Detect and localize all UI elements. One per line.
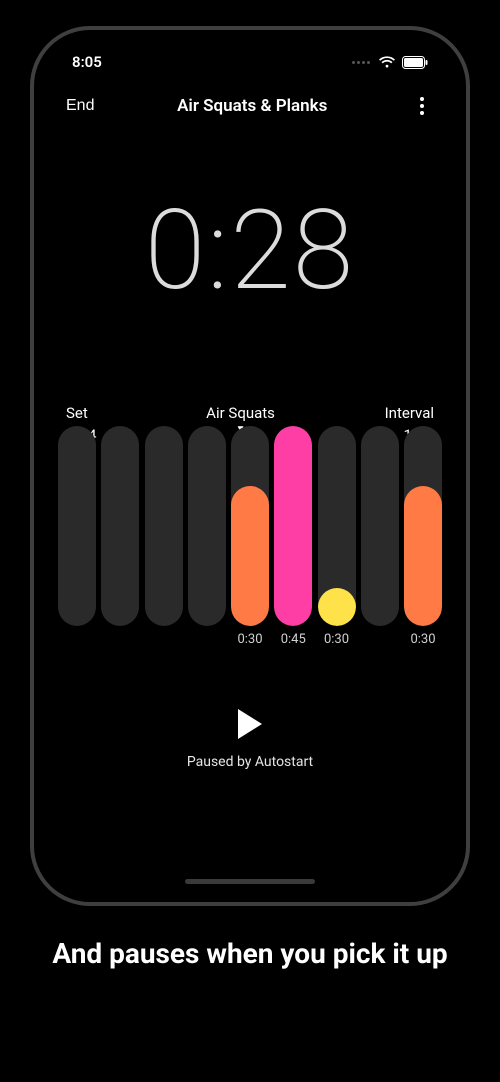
bar-track [361,426,399,626]
interval-bar[interactable]: 0:45 [274,426,312,650]
interval-bar[interactable]: 0:30 [231,426,269,650]
bar-fill [318,588,356,626]
pause-status-text: Paused by Autostart [187,754,313,770]
phone-frame: 8:05 End Air Squats & Planks [30,26,470,906]
interval-bar[interactable] [361,426,399,650]
wifi-icon [378,55,396,69]
bar-fill [404,486,442,626]
play-icon [235,707,265,741]
bar-fill [231,486,269,626]
bar-track [101,426,139,626]
interval-bar[interactable] [145,426,183,650]
play-area: Paused by Autostart [44,704,456,770]
page-title: Air Squats & Planks [177,96,327,116]
exercise-name: Air Squats [206,404,275,422]
interval-label: Interval [385,404,434,422]
play-button[interactable] [230,704,270,744]
bar-track [188,426,226,626]
status-time: 8:05 [72,53,102,71]
more-options-button[interactable] [410,94,434,118]
bar-track [404,426,442,626]
screen: 8:05 End Air Squats & Planks [44,40,456,892]
bar-label: 0:30 [324,632,349,650]
bar-label: 0:45 [281,632,306,650]
battery-icon [402,56,428,69]
nav-header: End Air Squats & Planks [44,84,456,124]
home-indicator [185,879,315,884]
bar-label: 0:30 [410,632,435,650]
interval-bar[interactable]: 0:30 [404,426,442,650]
interval-bar[interactable] [101,426,139,650]
bar-track [231,426,269,626]
interval-bar[interactable] [58,426,96,650]
end-button[interactable]: End [66,97,94,115]
interval-chart: 0:30 0:45 0:30 0:30 [44,444,456,650]
interval-bar[interactable]: 0:30 [318,426,356,650]
page-dots-icon [352,61,370,64]
bar-fill [274,426,312,626]
interval-bar[interactable] [188,426,226,650]
timer-display: 0:28 [44,196,456,306]
set-label: Set [66,404,97,422]
bar-track [145,426,183,626]
marketing-caption: And pauses when you pick it up [20,936,480,971]
status-indicators [352,55,428,69]
bar-track [58,426,96,626]
status-bar: 8:05 [44,40,456,84]
bar-track [274,426,312,626]
more-vertical-icon [420,97,424,101]
bar-label: 0:30 [237,632,262,650]
bar-track [318,426,356,626]
